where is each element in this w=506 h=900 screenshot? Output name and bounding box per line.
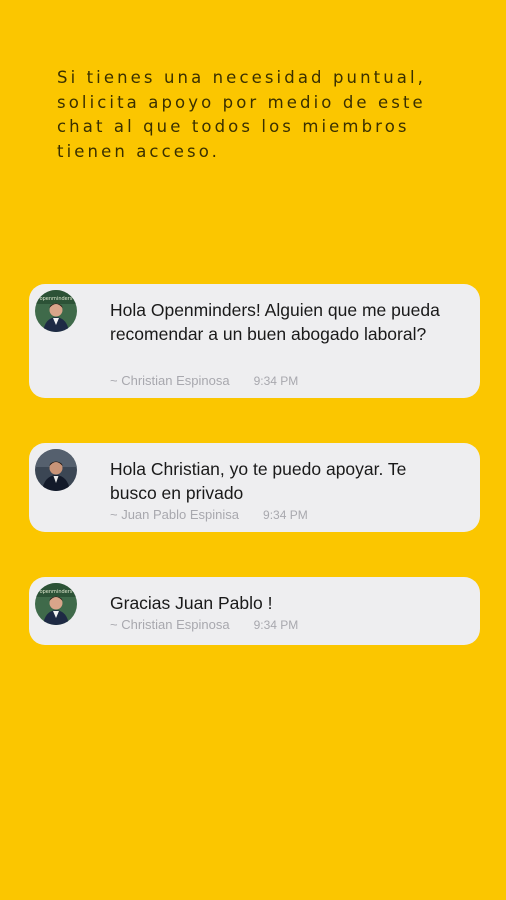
user-avatar-icon[interactable] bbox=[35, 449, 77, 491]
message-time: 9:34 PM bbox=[263, 508, 308, 522]
svg-text:openminders: openminders bbox=[40, 296, 73, 302]
message-text: Hola Christian, yo te puedo apoyar. Te b… bbox=[110, 459, 407, 503]
intro-text: Si tienes una necesidad puntual, solicit… bbox=[57, 68, 427, 161]
svg-text:openminders: openminders bbox=[40, 589, 73, 595]
chat-message[interactable]: openminders Gracias Juan Pablo ! ~ Chris… bbox=[29, 577, 480, 645]
chat-message[interactable]: Hola Christian, yo te puedo apoyar. Te b… bbox=[29, 443, 480, 532]
chat-message[interactable]: openminders Hola Openminders! Alguien qu… bbox=[29, 284, 480, 398]
message-text: Hola Openminders! Alguien que me pueda r… bbox=[110, 300, 440, 344]
user-avatar-icon[interactable]: openminders bbox=[35, 290, 77, 332]
message-meta: ~ Christian Espinosa 9:34 PM bbox=[110, 373, 298, 388]
message-time: 9:34 PM bbox=[253, 374, 299, 388]
message-author: ~ Christian Espinosa bbox=[110, 373, 230, 388]
message-author: ~ Juan Pablo Espinisa bbox=[110, 507, 240, 522]
user-avatar-icon[interactable]: openminders bbox=[35, 583, 77, 625]
message-time: 9:34 PM bbox=[253, 618, 299, 632]
message-author: ~ Christian Espinosa bbox=[110, 617, 230, 632]
message-meta: ~ Juan Pablo Espinisa 9:34 PM bbox=[110, 507, 308, 522]
message-text: Gracias Juan Pablo ! bbox=[110, 593, 273, 613]
message-meta: ~ Christian Espinosa 9:34 PM bbox=[110, 617, 298, 632]
